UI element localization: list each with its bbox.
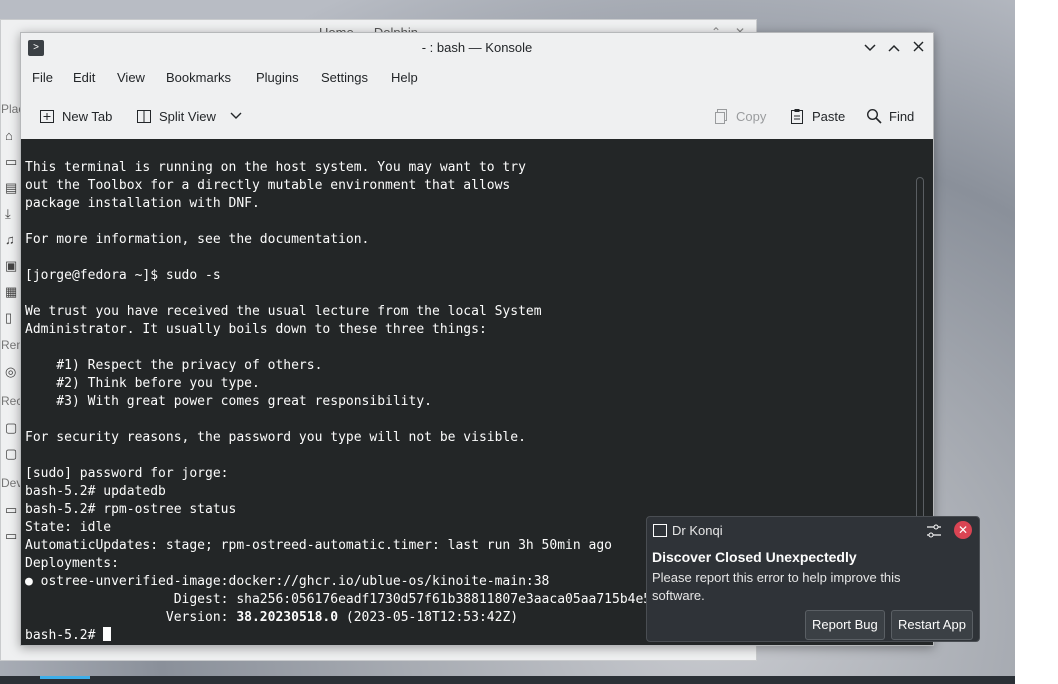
terminal-line: out the Toolbox for a directly mutable e… (25, 178, 511, 193)
chevron-down-icon[interactable] (230, 112, 242, 120)
minimize-button[interactable] (861, 39, 879, 57)
maximize-button[interactable] (885, 39, 903, 57)
split-view-button[interactable]: Split View (136, 106, 242, 126)
terminal-line: [jorge@fedora ~]$ sudo -s (25, 268, 221, 283)
report-bug-button[interactable]: Report Bug (805, 610, 885, 640)
home-icon[interactable]: ⌂ (5, 128, 21, 144)
terminal-line: #2) Think before you type. (25, 376, 260, 391)
paste-button[interactable]: Paste (789, 106, 845, 126)
window-title: - : bash — Konsole (421, 40, 533, 55)
music-icon[interactable]: ♫ (5, 232, 21, 248)
chevron-up-icon (888, 44, 900, 52)
close-icon (913, 41, 923, 52)
drive-icon[interactable]: ▭ (5, 528, 21, 544)
copy-icon (715, 109, 727, 124)
menu-plugins[interactable]: Plugins (256, 70, 299, 85)
notification-title: Discover Closed Unexpectedly (652, 549, 857, 565)
search-icon (866, 108, 882, 124)
new-tab-icon (40, 110, 54, 123)
menu-bar: File Edit View Bookmarks Plugins Setting… (21, 63, 933, 91)
menu-settings[interactable]: Settings (321, 70, 368, 85)
terminal-line: Administrator. It usually boils down to … (25, 322, 487, 337)
version-date: (2023-05-18T12:53:42Z) (338, 610, 519, 625)
restart-app-button[interactable]: Restart App (891, 610, 973, 640)
menu-view[interactable]: View (117, 70, 145, 85)
recent-locations-icon[interactable]: ▢ (5, 446, 21, 462)
terminal-line: bash-5.2# updatedb (25, 484, 166, 499)
chevron-down-icon (864, 44, 876, 52)
image-icon (653, 524, 667, 537)
taskbar-active-indicator (40, 676, 90, 679)
terminal-line: package installation with DNF. (25, 196, 260, 211)
menu-help[interactable]: Help (391, 70, 418, 85)
settings-sliders-icon[interactable] (925, 522, 943, 540)
find-label: Find (889, 108, 915, 124)
notification-app-name: Dr Konqi (672, 523, 723, 538)
terminal-line: #3) With great power comes great respons… (25, 394, 432, 409)
close-button[interactable] (909, 39, 927, 57)
screen-edge (1015, 0, 1058, 684)
paste-label: Paste (812, 108, 846, 124)
toolbar: New Tab Split View Copy Paste Find (21, 93, 933, 140)
copy-button[interactable]: Copy (713, 106, 766, 126)
new-tab-button[interactable]: New Tab (39, 106, 112, 126)
split-view-label: Split View (159, 108, 216, 124)
paste-icon (791, 109, 803, 124)
network-icon[interactable]: ◎ (5, 364, 21, 380)
menu-edit[interactable]: Edit (73, 70, 95, 85)
trash-icon[interactable]: ▯ (5, 310, 21, 326)
downloads-icon[interactable]: ⤓ (5, 206, 21, 222)
notification-body: Please report this error to help improve… (652, 570, 901, 603)
terminal-line: #1) Respect the privacy of others. (25, 358, 323, 373)
split-view-icon (137, 110, 151, 123)
menu-bookmarks[interactable]: Bookmarks (166, 70, 231, 85)
recent-files-icon[interactable]: ▢ (5, 420, 21, 436)
text-cursor (103, 627, 112, 641)
menu-file[interactable]: File (32, 70, 53, 85)
konsole-titlebar[interactable]: > - : bash — Konsole (21, 33, 933, 63)
videos-icon[interactable]: ▦ (5, 284, 21, 300)
version-value: 38.20230518.0 (236, 610, 339, 625)
drive-icon[interactable]: ▭ (5, 502, 21, 518)
terminal-line: This terminal is running on the host sys… (25, 160, 526, 175)
close-icon[interactable]: ✕ (954, 521, 972, 539)
documents-icon[interactable]: ▤ (5, 180, 21, 196)
copy-label: Copy (736, 108, 767, 124)
terminal-line: We trust you have received the usual lec… (25, 304, 542, 319)
version-prefix: Version: (25, 610, 237, 625)
find-button[interactable]: Find (866, 106, 914, 126)
shell-prompt: bash-5.2# (25, 628, 104, 643)
terminal-line: For more information, see the documentat… (25, 232, 370, 247)
desktop-icon[interactable]: ▭ (5, 154, 21, 170)
terminal-line: [sudo] password for jorge: (25, 466, 229, 481)
pictures-icon[interactable]: ▣ (5, 258, 21, 274)
taskbar[interactable] (0, 676, 1015, 684)
new-tab-label: New Tab (62, 108, 113, 124)
crash-notification[interactable]: Dr Konqi ✕ Discover Closed Unexpectedly … (646, 516, 980, 642)
terminal-line: For security reasons, the password you t… (25, 430, 526, 445)
